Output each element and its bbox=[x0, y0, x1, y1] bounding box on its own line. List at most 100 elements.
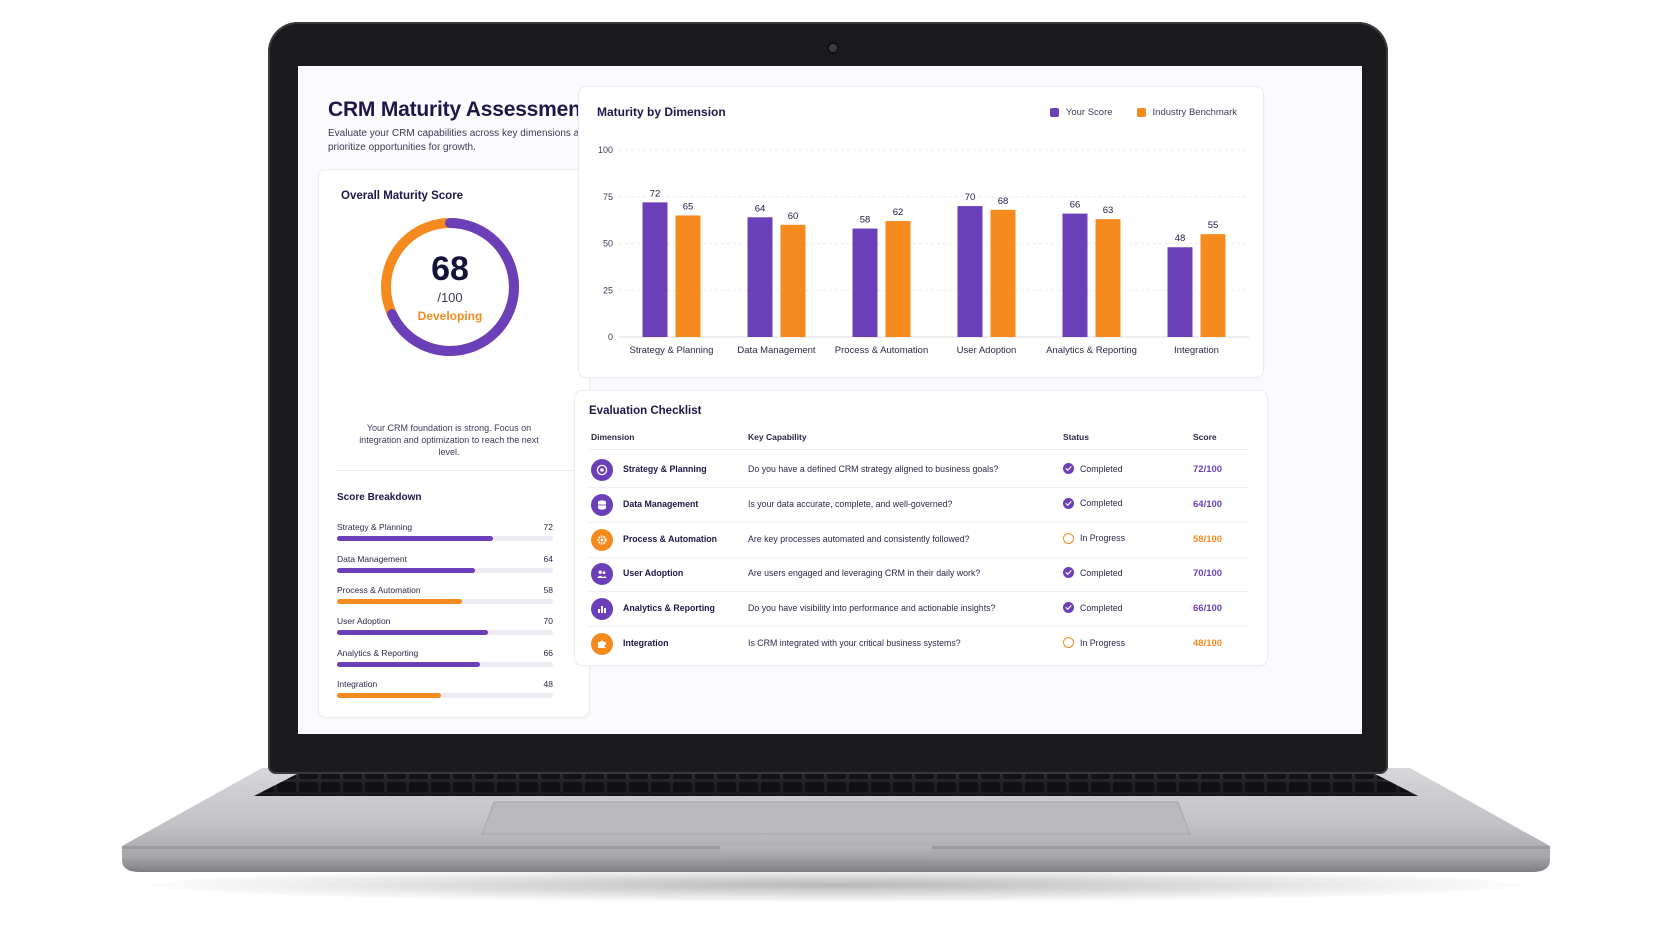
breakdown-value: 66 bbox=[543, 648, 553, 658]
bar-value-label: 70 bbox=[965, 192, 976, 203]
breakdown-track bbox=[337, 693, 553, 698]
evaluation-checklist-card: Evaluation Checklist Dimension Key Capab… bbox=[574, 390, 1268, 666]
x-tick-label: User Adoption bbox=[957, 345, 1017, 356]
breakdown-value: 48 bbox=[543, 679, 553, 689]
breakdown-row: User Adoption 70 bbox=[337, 616, 553, 640]
divider bbox=[587, 449, 1249, 450]
breakdown-bar bbox=[337, 599, 463, 604]
chart-bar[interactable] bbox=[990, 209, 1016, 337]
camera-icon bbox=[829, 44, 837, 52]
breakdown-row: Process & Automation 58 bbox=[337, 585, 553, 609]
chart-bar[interactable] bbox=[747, 217, 773, 337]
x-tick-label: Data Management bbox=[737, 345, 816, 356]
x-tick-label: Process & Automation bbox=[835, 345, 928, 356]
table-row[interactable]: User Adoption Are users engaged and lever… bbox=[587, 557, 1249, 593]
check-circle-icon bbox=[1063, 463, 1074, 474]
in-progress-circle-icon bbox=[1063, 637, 1074, 648]
y-tick-label: 100 bbox=[598, 145, 613, 155]
table-row[interactable]: Strategy & Planning Do you have a defined… bbox=[587, 453, 1249, 488]
column-header-capability: Key Capability bbox=[748, 432, 807, 442]
breakdown-label: Integration bbox=[337, 679, 378, 689]
row-score: 58/100 bbox=[1193, 533, 1223, 545]
breakdown-track bbox=[337, 662, 553, 667]
bar-chart: 0 25 50 75 100 72 65 Strategy & Planning 64 60 Dat… bbox=[598, 145, 1249, 356]
overall-score-description: Your CRM foundation is strong. Focus on … bbox=[359, 423, 539, 457]
breakdown-value: 72 bbox=[543, 522, 553, 532]
breakdown-bar bbox=[337, 536, 493, 541]
dimension-name: Data Management bbox=[623, 498, 699, 509]
status-badge: In Progress bbox=[1063, 637, 1125, 648]
table-row[interactable]: Integration Is CRM integrated with your c… bbox=[587, 627, 1249, 661]
chart-bar[interactable] bbox=[1167, 247, 1193, 337]
chart-bar[interactable] bbox=[885, 221, 911, 337]
dimension-name: Analytics & Reporting bbox=[623, 603, 715, 614]
breakdown-track bbox=[337, 630, 553, 635]
chart-bar[interactable] bbox=[957, 206, 983, 337]
table-row[interactable]: Analytics & Reporting Do you have visibil… bbox=[587, 592, 1249, 628]
maturity-chart-card: Maturity by Dimension Your Score Industr… bbox=[578, 86, 1264, 378]
chart-bar[interactable] bbox=[642, 202, 668, 337]
users-icon bbox=[591, 563, 613, 586]
score-breakdown-title: Score Breakdown bbox=[337, 492, 422, 503]
status-label: Completed bbox=[1080, 498, 1123, 509]
status-badge: In Progress bbox=[1063, 532, 1125, 544]
breakdown-value: 64 bbox=[543, 554, 553, 564]
table-row[interactable]: Process & Automation Are key processes au… bbox=[587, 523, 1249, 558]
divider bbox=[335, 470, 573, 471]
maturity-level: Developing bbox=[417, 309, 483, 323]
bar-value-label: 58 bbox=[860, 215, 871, 226]
chart-bar[interactable] bbox=[1200, 234, 1226, 337]
chart-bar[interactable] bbox=[675, 215, 701, 337]
breakdown-row: Strategy & Planning 72 bbox=[337, 522, 553, 546]
key-capability: Do you have visibility into performance … bbox=[748, 603, 996, 614]
breakdown-track bbox=[337, 599, 553, 604]
row-score: 64/100 bbox=[1193, 498, 1223, 510]
row-score: 72/100 bbox=[1193, 464, 1223, 475]
app-screen: CRM Maturity Assessment Evaluate your CR… bbox=[298, 66, 1362, 734]
key-capability: Do you have a defined CRM strategy align… bbox=[748, 464, 999, 474]
chart-bar[interactable] bbox=[1062, 213, 1088, 337]
chart-bar[interactable] bbox=[852, 228, 878, 337]
page-subtitle: Evaluate your CRM capabilities across ke… bbox=[328, 128, 591, 153]
column-header-score: Score bbox=[1193, 432, 1217, 442]
overall-score-title: Overall Maturity Score bbox=[341, 190, 464, 202]
database-icon bbox=[591, 493, 613, 516]
bar-value-label: 63 bbox=[1103, 205, 1114, 216]
chart-bar[interactable] bbox=[1095, 219, 1121, 337]
chart-bar[interactable] bbox=[780, 224, 806, 337]
checklist-title: Evaluation Checklist bbox=[589, 405, 702, 417]
key-capability: Are users engaged and leveraging CRM in … bbox=[748, 568, 981, 579]
check-circle-icon bbox=[1063, 497, 1074, 509]
gear-icon bbox=[591, 528, 613, 551]
trackpad bbox=[481, 801, 1191, 835]
breakdown-value: 70 bbox=[543, 616, 553, 626]
y-tick-label: 25 bbox=[603, 285, 613, 295]
breakdown-row: Integration 48 bbox=[337, 679, 553, 703]
table-row[interactable]: Data Management Is your data accurate, co… bbox=[587, 488, 1249, 523]
puzzle-icon bbox=[591, 633, 613, 655]
check-circle-icon bbox=[1063, 602, 1074, 614]
overall-score-denominator: /100 bbox=[437, 290, 463, 305]
x-tick-label: Analytics & Reporting bbox=[1046, 345, 1137, 356]
y-tick-label: 0 bbox=[608, 332, 613, 342]
overall-score-value: 68 bbox=[431, 250, 469, 288]
status-label: Completed bbox=[1080, 567, 1123, 578]
row-score: 70/100 bbox=[1193, 568, 1223, 580]
bar-value-label: 64 bbox=[755, 203, 766, 214]
in-progress-circle-icon bbox=[1063, 532, 1074, 544]
page-title: CRM Maturity Assessment bbox=[328, 98, 588, 121]
bar-value-label: 66 bbox=[1070, 200, 1081, 211]
bar-value-label: 55 bbox=[1208, 220, 1219, 231]
status-label: Completed bbox=[1080, 602, 1123, 613]
breakdown-label: User Adoption bbox=[337, 616, 391, 626]
breakdown-track bbox=[337, 568, 553, 573]
dimension-name: User Adoption bbox=[623, 568, 684, 579]
dimension-name: Process & Automation bbox=[623, 533, 718, 544]
breakdown-label: Analytics & Reporting bbox=[337, 648, 419, 658]
column-header-status: Status bbox=[1063, 432, 1089, 442]
overall-score-card: Overall Maturity Score 68 /100 Developin… bbox=[318, 169, 590, 718]
bar-value-label: 68 bbox=[998, 196, 1009, 207]
check-circle-icon bbox=[1063, 567, 1074, 579]
breakdown-track bbox=[337, 536, 553, 541]
status-label: Completed bbox=[1080, 463, 1123, 474]
